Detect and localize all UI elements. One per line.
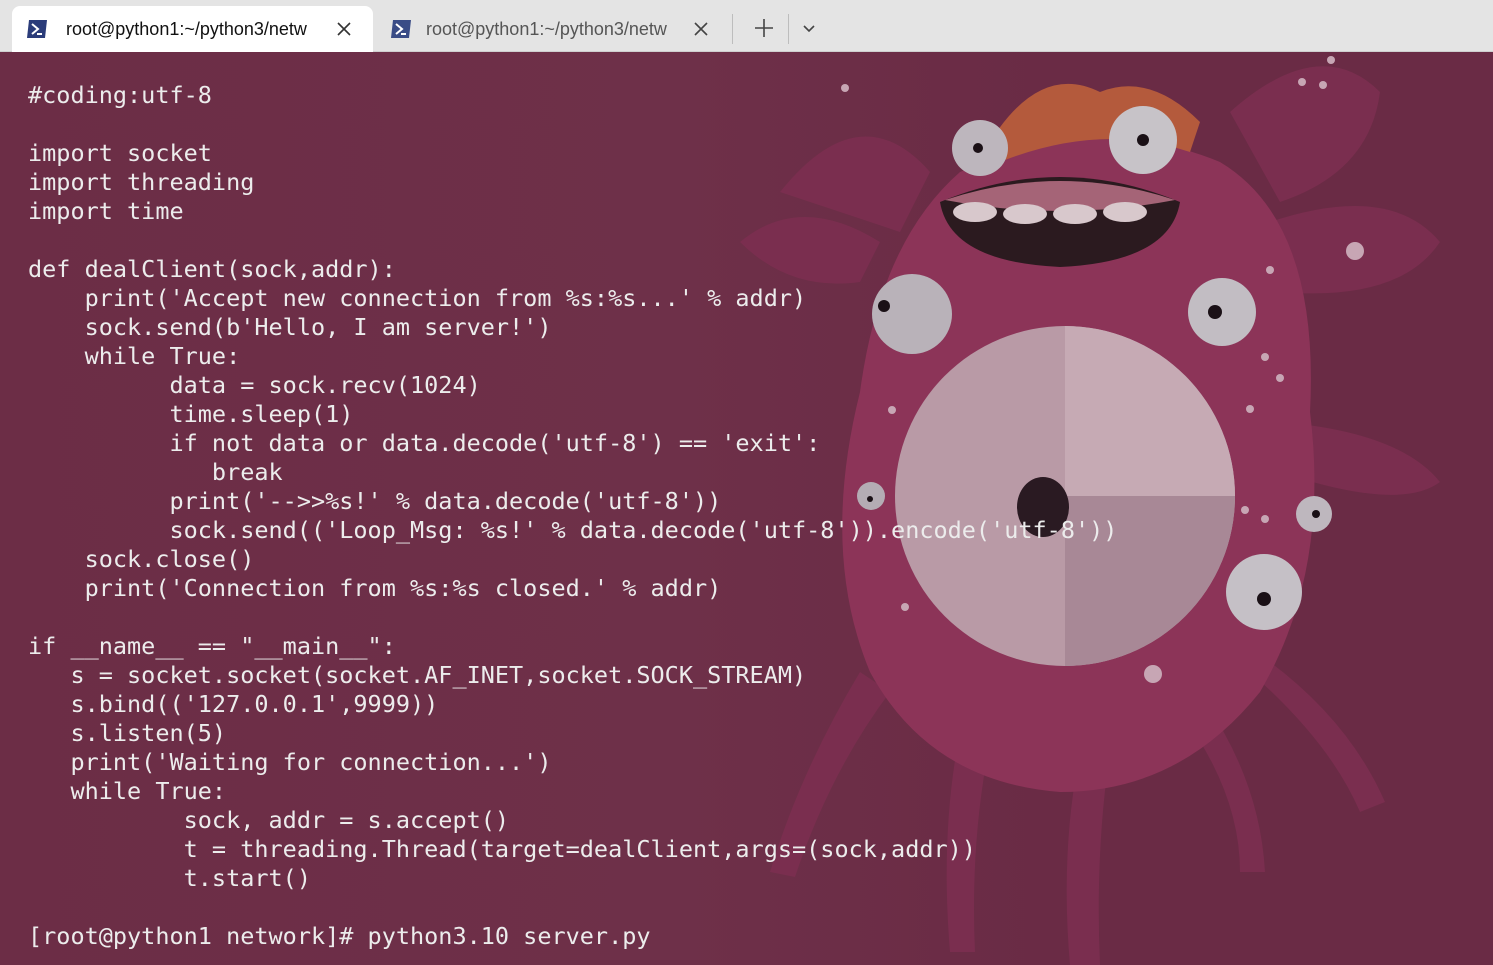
code-line: print('Connection from %s:%s closed.' % …: [28, 574, 722, 602]
code-line: import threading: [28, 168, 255, 196]
powershell-icon: [390, 18, 412, 40]
code-line: s.listen(5): [28, 719, 227, 747]
chevron-down-icon: [803, 25, 815, 33]
code-line: print('-->>%s!' % data.decode('utf-8')): [28, 487, 722, 515]
powershell-icon: [26, 18, 48, 40]
code-line: sock.send(b'Hello, I am server!'): [28, 313, 552, 341]
close-icon[interactable]: [690, 18, 712, 40]
code-line: t = threading.Thread(target=dealClient,a…: [28, 835, 976, 863]
close-icon[interactable]: [333, 18, 355, 40]
code-line: #coding:utf-8: [28, 81, 212, 109]
tab-dropdown-button[interactable]: [793, 12, 825, 44]
code-line: sock.send(('Loop_Msg: %s!' % data.decode…: [28, 516, 1118, 544]
tab-divider: [732, 14, 733, 44]
terminal-output: #coding:utf-8 import socket import threadi…: [28, 81, 1117, 951]
code-line: while True:: [28, 342, 241, 370]
tab-terminal-1[interactable]: root@python1:~/python3/netw: [12, 6, 373, 52]
code-line: print('Waiting for connection...'): [28, 748, 552, 776]
tab-bar: root@python1:~/python3/netw root@python1…: [0, 0, 1493, 52]
code-line: print('Accept new connection from %s:%s.…: [28, 284, 807, 312]
code-line: time.sleep(1): [28, 400, 354, 428]
terminal-pane[interactable]: #coding:utf-8 import socket import threadi…: [0, 52, 1493, 965]
code-line: break: [28, 458, 283, 486]
code-line: s.bind(('127.0.0.1',9999)): [28, 690, 439, 718]
plus-icon: [755, 19, 773, 37]
code-line: t.start(): [28, 864, 311, 892]
new-tab-button[interactable]: [748, 12, 780, 44]
code-line: import time: [28, 197, 184, 225]
code-line: if __name__ == "__main__":: [28, 632, 396, 660]
code-line: def dealClient(sock,addr):: [28, 255, 396, 283]
code-line: while True:: [28, 777, 227, 805]
code-line: if not data or data.decode('utf-8') == '…: [28, 429, 821, 457]
code-line: sock, addr = s.accept(): [28, 806, 510, 834]
tab-terminal-2[interactable]: root@python1:~/python3/netw: [376, 6, 722, 52]
tab-title: root@python1:~/python3/netw: [426, 19, 667, 39]
code-line: sock.close(): [28, 545, 255, 573]
tab-title: root@python1:~/python3/netw: [66, 19, 307, 39]
code-line: import socket: [28, 139, 212, 167]
command-prompt: [root@python1 network]# python3.10 serve…: [28, 922, 651, 950]
code-line: s = socket.socket(socket.AF_INET,socket.…: [28, 661, 807, 689]
tab-divider: [788, 14, 789, 44]
code-line: data = sock.recv(1024): [28, 371, 481, 399]
